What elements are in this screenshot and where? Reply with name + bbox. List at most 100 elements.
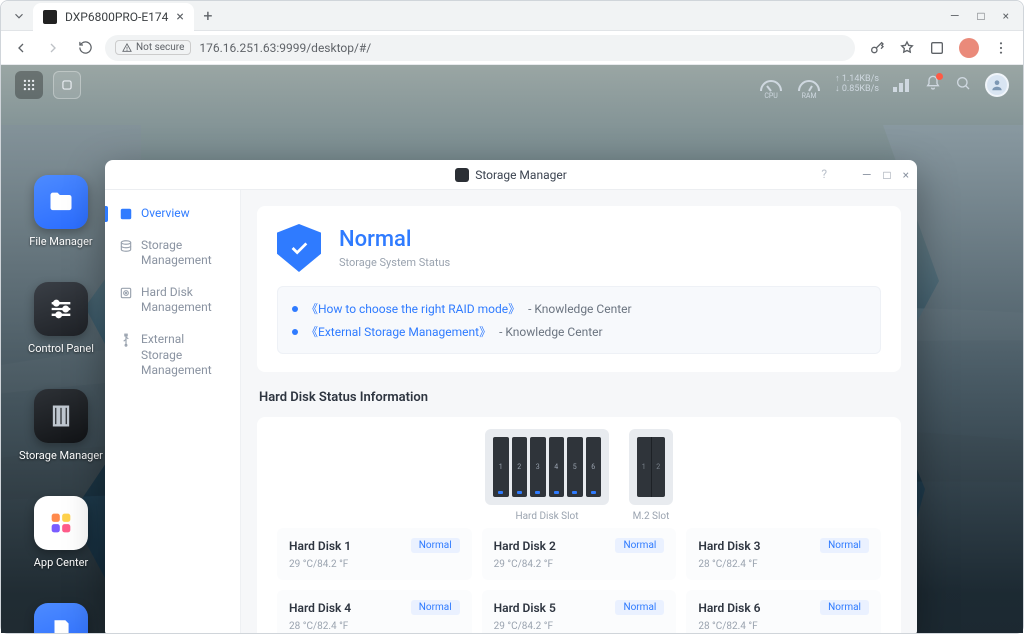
window-titlebar[interactable]: Storage Manager ? — □ × bbox=[105, 160, 917, 190]
log-icon bbox=[34, 603, 88, 633]
window-maximize-button[interactable]: □ bbox=[977, 9, 984, 23]
disk-card[interactable]: Hard Disk 3Normal 28 °C/82.4 °F bbox=[686, 528, 881, 580]
browser-menu-icon[interactable] bbox=[993, 40, 1009, 56]
kb-link[interactable]: 《External Storage Management》 bbox=[306, 323, 491, 340]
app-grid-button[interactable] bbox=[15, 71, 43, 99]
disk-name: Hard Disk 6 bbox=[698, 601, 760, 615]
bay-main: 1 2 3 4 5 6 bbox=[485, 429, 609, 505]
dock-control-panel[interactable]: Control Panel bbox=[28, 282, 94, 355]
nav-back-button[interactable] bbox=[9, 36, 33, 60]
disk-name: Hard Disk 3 bbox=[698, 539, 760, 553]
window-help-button[interactable]: ? bbox=[821, 167, 827, 181]
widgets-icon[interactable] bbox=[893, 78, 911, 92]
sidebar-item-label: Storage Management bbox=[141, 238, 228, 269]
sidebar-item-label: External Storage Management bbox=[141, 332, 228, 379]
sidebar-item-storage-management[interactable]: Storage Management bbox=[105, 230, 240, 277]
sidebar-item-external-storage[interactable]: External Storage Management bbox=[105, 324, 240, 387]
new-tab-button[interactable]: + bbox=[194, 6, 222, 25]
not-secure-badge[interactable]: Not secure bbox=[115, 40, 191, 55]
browser-tab[interactable]: DXP6800PRO-E174 × bbox=[33, 3, 194, 31]
nas-desktop: CPU RAM ↑ 1.14KB/s ↓ 0.85KB/s bbox=[1, 65, 1023, 633]
knowledge-box: 《How to choose the right RAID mode》 - Kn… bbox=[277, 286, 881, 354]
status-badge: Normal bbox=[820, 600, 869, 615]
bay-main-label: Hard Disk Slot bbox=[515, 511, 578, 522]
kb-link[interactable]: 《How to choose the right RAID mode》 bbox=[306, 300, 520, 317]
status-badge: Normal bbox=[411, 600, 460, 615]
bookmark-star-icon[interactable] bbox=[899, 40, 915, 56]
status-card: Normal Storage System Status 《How to cho… bbox=[257, 206, 901, 372]
sidebar-item-hard-disk-management[interactable]: Hard Disk Management bbox=[105, 277, 240, 324]
disk-name: Hard Disk 2 bbox=[494, 539, 556, 553]
disk-name: Hard Disk 1 bbox=[289, 539, 351, 553]
disk-card[interactable]: Hard Disk 2 Normal 29 °C/84.2 °F bbox=[482, 528, 677, 580]
shield-check-icon bbox=[277, 224, 321, 272]
kb-row: 《How to choose the right RAID mode》 - Kn… bbox=[292, 297, 866, 320]
search-button[interactable] bbox=[955, 75, 971, 95]
window-max-button[interactable]: □ bbox=[883, 168, 890, 182]
disk-temp: 28 °C/82.4 °F bbox=[698, 621, 869, 632]
window-main: Normal Storage System Status 《How to cho… bbox=[241, 190, 917, 633]
window-min-button[interactable]: — bbox=[862, 168, 871, 182]
browser-titlebar: DXP6800PRO-E174 × + — □ × bbox=[1, 1, 1023, 31]
disk-card[interactable]: Hard Disk 6 Normal 28 °C/82.4 °F bbox=[686, 590, 881, 633]
notifications-button[interactable] bbox=[925, 75, 941, 95]
tab-close-button[interactable]: × bbox=[176, 9, 183, 25]
window-close-button[interactable]: × bbox=[1003, 9, 1009, 23]
status-badge: Normal bbox=[615, 600, 664, 615]
window-x-button[interactable]: × bbox=[903, 168, 909, 182]
profile-avatar-icon[interactable] bbox=[959, 38, 979, 58]
dock-storage-manager[interactable]: Storage Manager bbox=[19, 389, 103, 462]
bay-slot[interactable]: 6 bbox=[586, 437, 602, 497]
overview-icon bbox=[119, 207, 133, 221]
disk-card[interactable]: Hard Disk 1 Normal 29 °C/84.2 °F bbox=[277, 528, 472, 580]
tab-favicon bbox=[43, 10, 57, 24]
bay-m2-label: M.2 Slot bbox=[633, 511, 670, 522]
disk-temp: 28 °C/82.4 °F bbox=[289, 621, 460, 632]
desktop-dock: File Manager Control Panel Storage Manag… bbox=[19, 175, 103, 633]
nav-reload-button[interactable] bbox=[73, 36, 97, 60]
bay-slot[interactable]: 4 bbox=[549, 437, 565, 497]
user-avatar[interactable] bbox=[985, 73, 1009, 97]
disk-temp: 29 °C/84.2 °F bbox=[494, 559, 665, 570]
url-field[interactable]: Not secure 176.16.251.63:9999/desktop/#/ bbox=[105, 35, 855, 61]
bay-slot[interactable]: 3 bbox=[530, 437, 546, 497]
window-minimize-button[interactable]: — bbox=[950, 9, 959, 23]
dock-app-center[interactable]: App Center bbox=[34, 496, 88, 569]
sliders-icon bbox=[34, 282, 88, 336]
notification-dot bbox=[936, 73, 943, 80]
bay-slot[interactable]: 2 bbox=[512, 437, 528, 497]
nav-forward-button[interactable] bbox=[41, 36, 65, 60]
status-badge: Normal bbox=[411, 538, 460, 553]
bay-slot[interactable]: 1 bbox=[493, 437, 509, 497]
bay-m2: 1 2 bbox=[629, 429, 673, 505]
kb-suffix: - Knowledge Center bbox=[528, 302, 631, 316]
status-subtitle: Storage System Status bbox=[339, 256, 450, 269]
disk-temp: 29 °C/84.2 °F bbox=[494, 621, 665, 632]
window-sidebar: Overview Storage Management Hard Disk Ma… bbox=[105, 190, 241, 633]
app-icon bbox=[455, 168, 469, 182]
network-rate: ↑ 1.14KB/s ↓ 0.85KB/s bbox=[835, 75, 879, 95]
tabs-dropdown-button[interactable] bbox=[5, 2, 33, 30]
status-badge: Normal bbox=[615, 538, 664, 553]
bay-slot[interactable]: 5 bbox=[567, 437, 583, 497]
disk-name: Hard Disk 4 bbox=[289, 601, 351, 615]
cpu-gauge[interactable]: CPU bbox=[759, 78, 783, 92]
sidebar-item-label: Hard Disk Management bbox=[141, 285, 228, 316]
m2-slot[interactable]: 2 bbox=[652, 437, 666, 497]
storage-manager-window: Storage Manager ? — □ × Overview bbox=[105, 160, 917, 633]
kb-row: 《External Storage Management》 - Knowledg… bbox=[292, 320, 866, 343]
disk-card[interactable]: Hard Disk 5Normal 29 °C/84.2 °F bbox=[482, 590, 677, 633]
sidebar-item-overview[interactable]: Overview bbox=[105, 198, 240, 230]
password-key-icon[interactable] bbox=[869, 40, 885, 56]
m2-slot[interactable]: 1 bbox=[637, 437, 652, 497]
browser-addressbar: Not secure 176.16.251.63:9999/desktop/#/ bbox=[1, 31, 1023, 65]
hd-card: 1 2 3 4 5 6 Hard Disk Slot bbox=[257, 417, 901, 633]
dock-log-center[interactable]: Log Center bbox=[34, 603, 88, 633]
ram-gauge[interactable]: RAM bbox=[797, 78, 821, 92]
extensions-icon[interactable] bbox=[929, 40, 945, 56]
disk-card[interactable]: Hard Disk 4 Normal 28 °C/82.4 °F bbox=[277, 590, 472, 633]
dock-file-manager[interactable]: File Manager bbox=[29, 175, 92, 248]
home-button[interactable] bbox=[53, 71, 81, 99]
disk-temp: 29 °C/84.2 °F bbox=[289, 559, 460, 570]
bullet-icon bbox=[292, 306, 298, 312]
